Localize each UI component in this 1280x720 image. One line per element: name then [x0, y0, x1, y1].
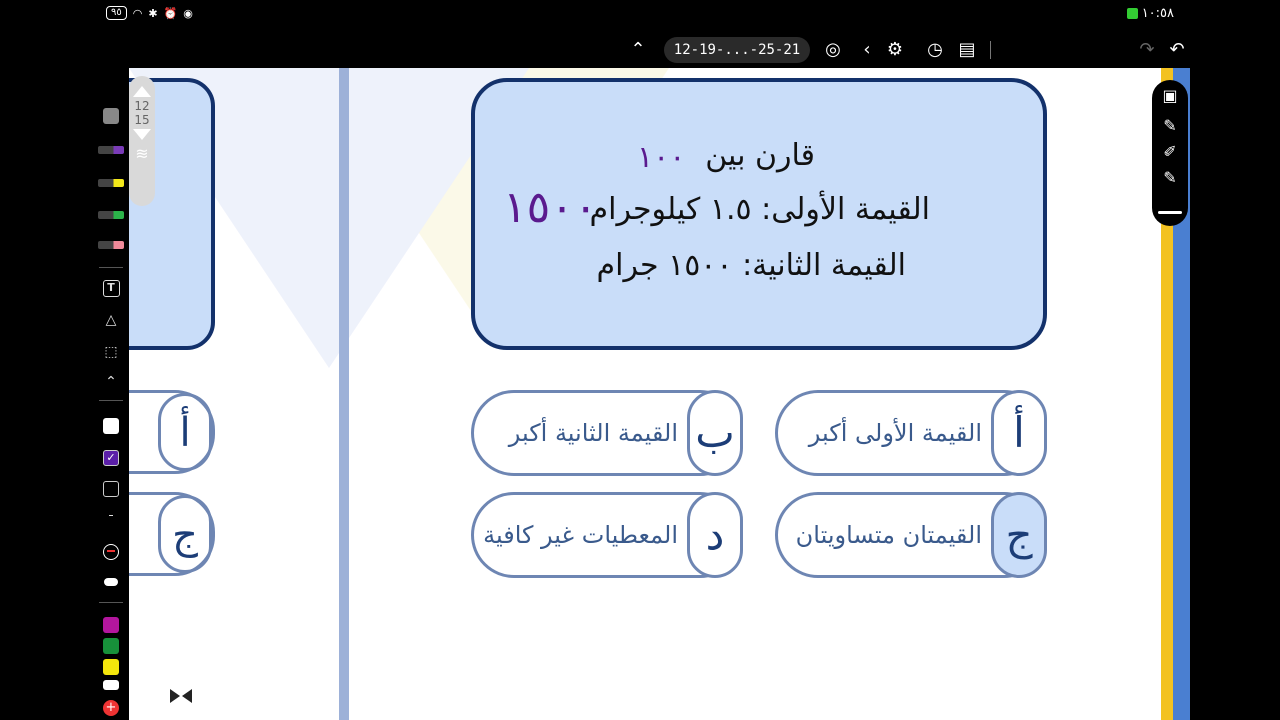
clock-time: ١٠:٥٨: [1141, 6, 1174, 21]
chevron-up-icon[interactable]: ⌃: [625, 37, 651, 63]
color-swatch-yellow[interactable]: [98, 659, 124, 675]
pencil-icon[interactable]: ✐: [1152, 142, 1188, 161]
option-b[interactable]: ب القيمة الثانية أكبر: [471, 390, 743, 476]
panel-divider: [98, 267, 124, 268]
option-text: القيمتان متساويتان: [795, 521, 982, 549]
layers-icon[interactable]: [98, 108, 124, 124]
prev-page-icon[interactable]: [182, 689, 192, 703]
option-letter: ج: [158, 495, 212, 573]
battery-indicator: ٩٥: [106, 6, 127, 20]
color-swatch-purple[interactable]: ✓: [98, 450, 124, 466]
option-letter: أ: [991, 390, 1047, 476]
toolbar-handle[interactable]: [1158, 211, 1182, 214]
document-canvas[interactable]: أ ج 12 15 ≋ قارن بين القيمة الأولى: ١.٥ …: [129, 68, 1161, 720]
search-doc-icon[interactable]: ▤: [954, 37, 980, 63]
lasso-tool-icon[interactable]: ⬚: [98, 344, 124, 360]
stroke-thick-icon[interactable]: [98, 578, 124, 586]
handwritten-annotation-2: ١٥٠٠: [503, 182, 598, 233]
color-swatch-magenta[interactable]: [98, 617, 124, 633]
pen-icon[interactable]: ✎: [1152, 116, 1188, 135]
next-page-icon[interactable]: [170, 689, 180, 703]
option-a[interactable]: أ القيمة الأولى أكبر: [775, 390, 1047, 476]
handwritten-annotation-1: ١٠٠: [637, 140, 686, 175]
collapse-chevron-icon[interactable]: ⌃: [98, 374, 124, 390]
highlighter-yellow-tool[interactable]: [98, 179, 124, 187]
eye-icon[interactable]: ◎: [820, 37, 846, 63]
question-box: قارن بين القيمة الأولى: ١.٥ كيلوجرام الق…: [471, 78, 1047, 350]
option-letter: ب: [687, 390, 743, 476]
option-letter-selected: ج: [991, 492, 1047, 578]
alarm-icon: ⏰: [163, 6, 178, 20]
redo-icon[interactable]: ↷: [1134, 37, 1160, 63]
clock-icon[interactable]: ◷: [922, 37, 948, 63]
eye-comfort-icon: ◉: [183, 6, 193, 20]
pen-green-tool[interactable]: [98, 211, 124, 219]
question-value-1: القيمة الأولى: ١.٥ كيلوجرام: [589, 192, 930, 227]
layers-icon[interactable]: ▣: [1152, 86, 1188, 105]
panel-divider-2: [98, 400, 124, 401]
left-tool-panel: T △ ⬚ ⌃ ✓ +: [92, 68, 129, 720]
color-swatch-green[interactable]: [98, 638, 124, 654]
document-toolbar: ⌃ 12-19-...-25-21 ◎ ‹ ⚙ ◷ ▤ ↷ ↶: [92, 37, 1190, 63]
stroke-size-dot[interactable]: [98, 515, 124, 516]
top-bar: ٩٥ ◠ ✱ ⏰ ◉ ١٠:٥٨ ⌃ 12-19-...-25-21 ◎ ‹ ⚙…: [92, 0, 1190, 68]
page-divider: [339, 68, 349, 720]
current-page: 12: [134, 99, 150, 113]
option-text: المعطيات غير كافية: [483, 521, 678, 549]
option-d[interactable]: د المعطيات غير كافية: [471, 492, 743, 578]
status-bar-right: ١٠:٥٨: [1126, 6, 1174, 21]
question-prompt: قارن بين: [705, 138, 815, 173]
eraser-tool[interactable]: [98, 241, 124, 249]
add-color-icon[interactable]: +: [98, 700, 124, 716]
total-pages: 15: [134, 113, 150, 127]
question-value-2: القيمة الثانية: ١٥٠٠ جرام: [596, 248, 906, 283]
undo-icon[interactable]: ↶: [1164, 37, 1190, 63]
status-bar-left: ٩٥ ◠ ✱ ⏰ ◉: [106, 6, 193, 20]
color-swatch-black[interactable]: [98, 481, 124, 497]
stroke-minus-icon[interactable]: [98, 544, 124, 560]
pen-purple-tool[interactable]: [98, 146, 124, 154]
page-navigator[interactable]: 12 15 ≋: [129, 76, 155, 206]
page-up-icon[interactable]: [133, 86, 151, 97]
panel-divider-3: [98, 602, 124, 603]
file-name-pill[interactable]: 12-19-...-25-21: [664, 37, 810, 63]
option-c[interactable]: ج القيمتان متساويتان: [775, 492, 1047, 578]
text-tool-icon[interactable]: T: [98, 280, 124, 297]
left-page-option-c[interactable]: ج: [129, 492, 215, 576]
chevron-left-icon[interactable]: ‹: [854, 37, 880, 63]
option-text: القيمة الثانية أكبر: [508, 419, 678, 447]
color-swatch-white[interactable]: [98, 418, 124, 434]
bluetooth-icon: ✱: [148, 6, 158, 20]
wifi-icon: ◠: [132, 6, 143, 20]
app-screen: ٩٥ ◠ ✱ ⏰ ◉ ١٠:٥٨ ⌃ 12-19-...-25-21 ◎ ‹ ⚙…: [0, 0, 1280, 720]
color-swatch-white-2[interactable]: [98, 680, 124, 690]
toolbar-separator: [990, 41, 991, 59]
page-flip-control[interactable]: [158, 684, 204, 708]
marker-icon[interactable]: ✎: [1152, 168, 1188, 187]
app-notification-icon: [1126, 8, 1138, 19]
gear-icon[interactable]: ⚙: [882, 37, 908, 63]
option-letter: أ: [158, 393, 212, 471]
left-page-option-a[interactable]: أ: [129, 390, 215, 474]
right-pen-toolbar: ▣ ✎ ✐ ✎: [1152, 80, 1188, 226]
page-down-icon[interactable]: [133, 129, 151, 140]
layers-stack-icon[interactable]: ≋: [129, 144, 155, 163]
shapes-tool-icon[interactable]: △: [98, 312, 124, 328]
option-letter: د: [687, 492, 743, 578]
option-text: القيمة الأولى أكبر: [808, 419, 982, 447]
